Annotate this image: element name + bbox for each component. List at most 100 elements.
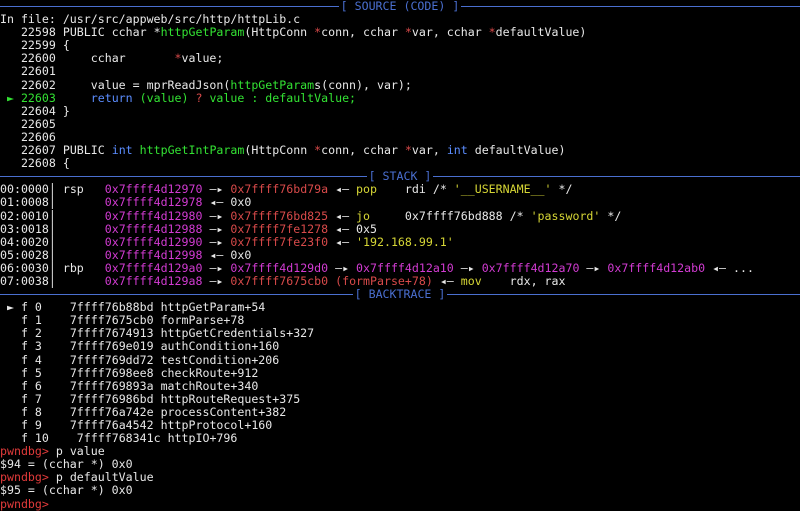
stack-section-title: [ STACK ]: [366, 169, 434, 184]
current-frame-arrow-icon: ►: [0, 301, 21, 315]
frame-function: httpProtocol+160: [160, 419, 273, 432]
frame-address: 7ffff768341c: [69, 432, 168, 446]
stack-row: 06:0030│ rbp 0x7ffff4d129a0 —▸ 0x7ffff4d…: [0, 262, 800, 275]
source-code-text: {: [62, 39, 70, 53]
stack-value: 0x7ffff4d12978 ◂— 0x0: [104, 196, 252, 210]
backtrace-frame[interactable]: f 8 7ffff76a742e processContent+382: [0, 406, 800, 419]
frame-address: 7ffff769e019: [69, 340, 161, 354]
backtrace-frame[interactable]: f 6 7ffff769893a matchRoute+340: [0, 380, 800, 393]
source-code-text: return (value) ? value : defaultValue;: [90, 91, 357, 105]
source-line: 22605: [0, 118, 800, 131]
gutter: [0, 367, 21, 380]
backtrace-frame[interactable]: f 2 7ffff7674913 httpGetCredentials+327: [0, 327, 800, 340]
source-line: 22607 PUBLIC int httpGetIntParam(HttpCon…: [0, 144, 800, 157]
source-line: 22599 {: [0, 39, 800, 52]
stack-value: 0x7ffff4d129a0 —▸ 0x7ffff4d129d0 —▸ 0x7f…: [104, 261, 754, 275]
backtrace-frame[interactable]: f 4 7ffff769dd72 testCondition+206: [0, 354, 800, 367]
gutter: [0, 39, 21, 52]
frame-number: f 1: [20, 314, 70, 328]
source-line: 22604 }: [0, 105, 800, 118]
frame-number: f 6: [20, 379, 70, 393]
gutter: [0, 144, 21, 157]
separator-bar: │: [48, 209, 63, 223]
backtrace-frame[interactable]: f 3 7ffff769e019 authCondition+160: [0, 340, 800, 353]
stack-offset: 00:0000: [0, 183, 49, 197]
source-code-text: cchar *value;: [62, 52, 224, 66]
frame-function: formParse+78: [160, 314, 245, 328]
stack-register: [63, 196, 105, 209]
backtrace-frame[interactable]: f 1 7ffff7675cb0 formParse+78: [0, 314, 800, 327]
gutter: [0, 52, 21, 65]
console-command: p defaultValue: [48, 471, 154, 485]
line-number: 22605: [20, 117, 63, 131]
line-number: 22600: [20, 52, 63, 66]
source-line: 22601: [0, 65, 800, 78]
stack-register: [63, 275, 105, 288]
frame-function: processContent+382: [160, 405, 287, 419]
console-command-line: pwndbg> p value: [0, 445, 800, 458]
source-code-listing: 22598 PUBLIC cchar *httpGetParam(HttpCon…: [0, 26, 800, 170]
frame-function: httpIO+796: [167, 432, 238, 446]
frame-address: 7ffff7674913: [69, 327, 161, 341]
source-code-text: {: [62, 157, 70, 171]
stack-register: [63, 236, 105, 249]
console-output: $94 = (cchar *) 0x0: [0, 458, 133, 472]
gutter: [0, 340, 21, 353]
source-section-title: [ SOURCE (CODE) ]: [338, 0, 462, 13]
stack-offset: 01:0008: [0, 196, 49, 210]
gutter: [0, 105, 21, 118]
terminal-window[interactable]: [ SOURCE (CODE) ] In file: /usr/src/appw…: [0, 0, 800, 510]
frame-function: authCondition+160: [160, 340, 280, 354]
source-file-path: In file: /usr/src/appweb/src/http/httpLi…: [0, 13, 301, 27]
stack-value: 0x7ffff4d12988 —▸ 0x7ffff7fe1278 ◂— 0x5: [104, 222, 377, 236]
stack-row: 05:0028│ 0x7ffff4d12998 ◂— 0x0: [0, 249, 800, 262]
gutter: [0, 327, 21, 340]
frame-function: testCondition+206: [160, 353, 280, 367]
frame-address: 7ffff76b88bd: [69, 301, 161, 315]
separator-bar: │: [48, 183, 63, 197]
stack-value: 0x7ffff4d12980 —▸ 0x7ffff76bd825 ◂— jo 0…: [104, 209, 622, 223]
stack-offset: 07:0038: [0, 274, 49, 288]
source-code-text: value = mprReadJson(httpGetParams(conn),…: [62, 78, 412, 92]
line-number: 22607: [20, 144, 63, 158]
backtrace-frame[interactable]: f 10 7ffff768341c httpIO+796: [0, 432, 800, 445]
stack-register: [63, 249, 105, 262]
separator-bar: │: [48, 235, 63, 249]
source-code-text: PUBLIC int httpGetIntParam(HttpConn *con…: [62, 144, 566, 158]
separator-bar: │: [48, 261, 63, 275]
frame-address: 7ffff76a4542: [69, 419, 161, 432]
stack-row: 03:0018│ 0x7ffff4d12988 —▸ 0x7ffff7fe127…: [0, 223, 800, 236]
stack-offset: 04:0020: [0, 235, 49, 249]
frame-address: 7ffff7675cb0: [69, 314, 161, 328]
frame-number: f 10: [20, 432, 70, 446]
gdb-console[interactable]: pwndbg> p value $94 = (cchar *) 0x0 pwndbg…: [0, 445, 800, 510]
line-number: 22599: [20, 39, 63, 53]
backtrace-frame-current[interactable]: ► f 0 7ffff76b88bd httpGetParam+54: [0, 301, 800, 314]
stack-section-header: [ STACK ]: [0, 169, 800, 184]
backtrace-frame[interactable]: f 7 7ffff76986bd httpRouteRequest+375: [0, 393, 800, 406]
console-command-line: pwndbg> p defaultValue: [0, 471, 800, 484]
source-section-header: [ SOURCE (CODE) ]: [0, 0, 800, 13]
source-code-text: }: [62, 104, 70, 118]
backtrace-frame[interactable]: f 5 7ffff7698ee8 checkRoute+912: [0, 367, 800, 380]
console-input-line[interactable]: pwndbg>: [0, 498, 800, 511]
separator-bar: │: [48, 274, 63, 288]
gutter: [0, 65, 21, 78]
frame-number: f 4: [20, 353, 70, 367]
frame-function: httpGetParam+54: [160, 301, 266, 315]
frame-address: 7ffff769893a: [69, 379, 161, 393]
gutter: [0, 432, 21, 445]
gutter: [0, 118, 21, 131]
backtrace-frame[interactable]: f 9 7ffff76a4542 httpProtocol+160: [0, 419, 800, 432]
line-number: 22598: [20, 26, 63, 40]
gutter: [0, 354, 21, 367]
current-line-arrow-icon: ►: [0, 91, 21, 105]
gutter: [0, 314, 21, 327]
separator-bar: │: [48, 222, 63, 236]
separator-bar: │: [48, 196, 63, 210]
stack-offset: 02:0010: [0, 209, 49, 223]
stack-register: [63, 223, 105, 236]
frame-address: 7ffff76986bd: [69, 392, 161, 406]
backtrace-listing: ► f 0 7ffff76b88bd httpGetParam+54 f 1 7…: [0, 301, 800, 445]
gutter: [0, 419, 21, 432]
